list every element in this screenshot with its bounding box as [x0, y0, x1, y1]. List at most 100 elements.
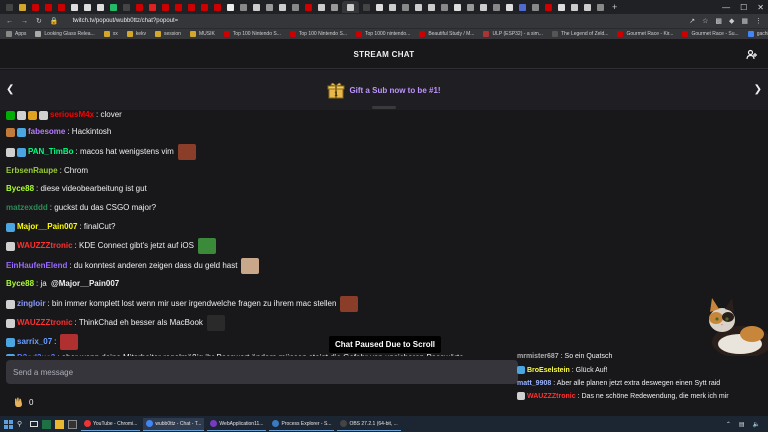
browser-tab[interactable]: [56, 2, 67, 12]
chat-username[interactable]: ErbsenRaupe: [6, 166, 58, 176]
browser-tab[interactable]: [329, 2, 340, 12]
chat-badge-icon[interactable]: [6, 110, 15, 120]
browser-tab[interactable]: [225, 2, 236, 12]
chat-message[interactable]: Byce88: diese videobearbeitung ist gut: [6, 184, 147, 194]
browser-tab[interactable]: [582, 2, 593, 12]
browser-tab[interactable]: [374, 2, 385, 12]
browser-tab[interactable]: [277, 2, 288, 12]
chat-mention[interactable]: @Major__Pain007: [51, 279, 119, 289]
bookmark-item[interactable]: xx: [103, 31, 118, 37]
bookmark-item[interactable]: Top 100 Nintendo S...: [223, 31, 281, 37]
browser-tab[interactable]: [134, 2, 145, 12]
browser-tab[interactable]: [387, 2, 398, 12]
taskbar-app[interactable]: YouTube - Chromi...: [81, 418, 141, 431]
browser-tab[interactable]: [504, 2, 515, 12]
browser-tab[interactable]: [543, 2, 554, 12]
chat-username[interactable]: Byce88: [6, 184, 34, 194]
chat-username[interactable]: D3od3ue3: [17, 353, 55, 356]
browser-tab[interactable]: [199, 2, 210, 12]
explorer-icon[interactable]: [55, 419, 64, 429]
chat-username[interactable]: EinHaufenElend: [6, 261, 67, 271]
bookmark-item[interactable]: The Legend of Zeld...: [551, 31, 608, 37]
browser-tab[interactable]: [147, 2, 158, 12]
browser-tab[interactable]: [556, 2, 567, 12]
bookmark-item[interactable]: Looking Glass Relea...: [35, 31, 95, 37]
users-icon[interactable]: [746, 49, 758, 61]
browser-tab[interactable]: [426, 2, 437, 12]
browser-tab[interactable]: [530, 2, 541, 12]
browser-tab[interactable]: [30, 2, 41, 12]
bookmark-item[interactable]: Top 1000 nintendo...: [355, 31, 410, 37]
browser-tab[interactable]: [303, 2, 314, 12]
channel-points[interactable]: 0: [14, 397, 33, 407]
chat-username[interactable]: Major__Pain007: [17, 222, 77, 232]
chat-username[interactable]: WAUZZZtronic: [17, 318, 73, 328]
chat-emote-icon[interactable]: [177, 144, 196, 160]
bookmark-item[interactable]: Apps: [6, 31, 26, 37]
chat-message[interactable]: WAUZZZtronic: KDE Connect gibt's jetzt a…: [6, 238, 216, 254]
tray-arrow-icon[interactable]: ⌃: [726, 421, 731, 428]
extension-icon[interactable]: ▩: [715, 17, 722, 25]
minimize-button[interactable]: —: [722, 3, 730, 12]
windows-start-icon[interactable]: [4, 419, 13, 429]
chat-username[interactable]: PAN_TimBo: [28, 147, 74, 157]
browser-tab[interactable]: [569, 2, 580, 12]
terminal-icon[interactable]: [68, 419, 77, 429]
browser-tab[interactable]: [413, 2, 424, 12]
chat-badge-icon[interactable]: [39, 110, 48, 120]
lock-icon[interactable]: 🔒: [50, 17, 59, 25]
browser-tab[interactable]: [264, 2, 275, 12]
puzzle-icon[interactable]: ▦: [741, 17, 748, 25]
browser-tab[interactable]: [595, 2, 606, 12]
chat-message[interactable]: Byce88: ja @Major__Pain007: [6, 279, 119, 289]
chat-badge-icon[interactable]: [6, 241, 15, 251]
chat-badge-icon[interactable]: [28, 110, 37, 120]
browser-tab[interactable]: [173, 2, 184, 12]
volume-icon[interactable]: 🔈: [753, 421, 760, 428]
network-icon[interactable]: ▤: [739, 421, 745, 428]
extension-icon-2[interactable]: ◆: [729, 17, 734, 25]
browser-tab[interactable]: [69, 2, 80, 12]
browser-tab[interactable]: [82, 2, 93, 12]
chat-message[interactable]: WAUZZZtronic: ThinkChad eh besser als Ma…: [6, 315, 225, 331]
chat-badge-icon[interactable]: [17, 147, 26, 157]
chat-badge-icon[interactable]: [6, 353, 15, 356]
taskbar-app[interactable]: WebApplication11...: [207, 418, 267, 431]
chat-badge-icon[interactable]: [6, 222, 15, 232]
chevron-left-icon[interactable]: ❮: [6, 84, 14, 95]
chat-emote-icon[interactable]: [206, 315, 225, 331]
browser-tab[interactable]: [517, 2, 528, 12]
chat-message[interactable]: PAN_TimBo: macos hat wenigstens vim: [6, 144, 196, 160]
back-icon[interactable]: ←: [6, 18, 13, 25]
chat-username[interactable]: matzexddd: [6, 203, 48, 213]
browser-tab[interactable]: [186, 2, 197, 12]
bookmark-item[interactable]: MUSIK: [189, 31, 215, 37]
search-icon[interactable]: ⚲: [17, 420, 26, 429]
browser-tab[interactable]: [439, 2, 450, 12]
chat-emote-icon[interactable]: [60, 334, 79, 350]
new-tab-button[interactable]: +: [612, 2, 617, 12]
chat-message[interactable]: D3od3ue3: aber wenn deine Mitarbeiter re…: [6, 353, 464, 356]
chat-message[interactable]: sarrix_07:: [6, 334, 79, 350]
chat-message[interactable]: zingloir: bin immer komplett lost wenn m…: [6, 296, 359, 312]
bookmark-item[interactable]: gachibass gif - Goo...: [747, 31, 768, 37]
chat-message[interactable]: seriousM4x: clover: [6, 110, 122, 120]
browser-tab[interactable]: [160, 2, 171, 12]
browser-tab[interactable]: [361, 2, 372, 12]
browser-tab[interactable]: [121, 2, 132, 12]
chat-username[interactable]: sarrix_07: [17, 337, 52, 347]
forward-icon[interactable]: →: [21, 18, 28, 25]
reload-icon[interactable]: ↻: [36, 17, 42, 25]
gift-sub-banner[interactable]: 1 Gift a Sub now to be #1!: [0, 70, 768, 110]
chat-message[interactable]: matzexddd: guckst du das CSGO major?: [6, 203, 156, 213]
task-view-icon[interactable]: [30, 421, 38, 427]
excel-icon[interactable]: [42, 419, 51, 429]
taskbar-app[interactable]: Process Explorer - S...: [269, 418, 335, 431]
taskbar-app[interactable]: OBS 27.2.1 (64-bit, ...: [337, 418, 401, 431]
chat-message[interactable]: fabesome: Hackintosh: [6, 127, 111, 137]
bookmark-item[interactable]: kekv: [126, 31, 146, 37]
browser-tab[interactable]: [478, 2, 489, 12]
chat-badge-icon[interactable]: [6, 147, 15, 157]
chat-message[interactable]: EinHaufenElend: du konntest anderen zeig…: [6, 258, 260, 274]
chat-message[interactable]: ErbsenRaupe: Chrom: [6, 166, 88, 176]
